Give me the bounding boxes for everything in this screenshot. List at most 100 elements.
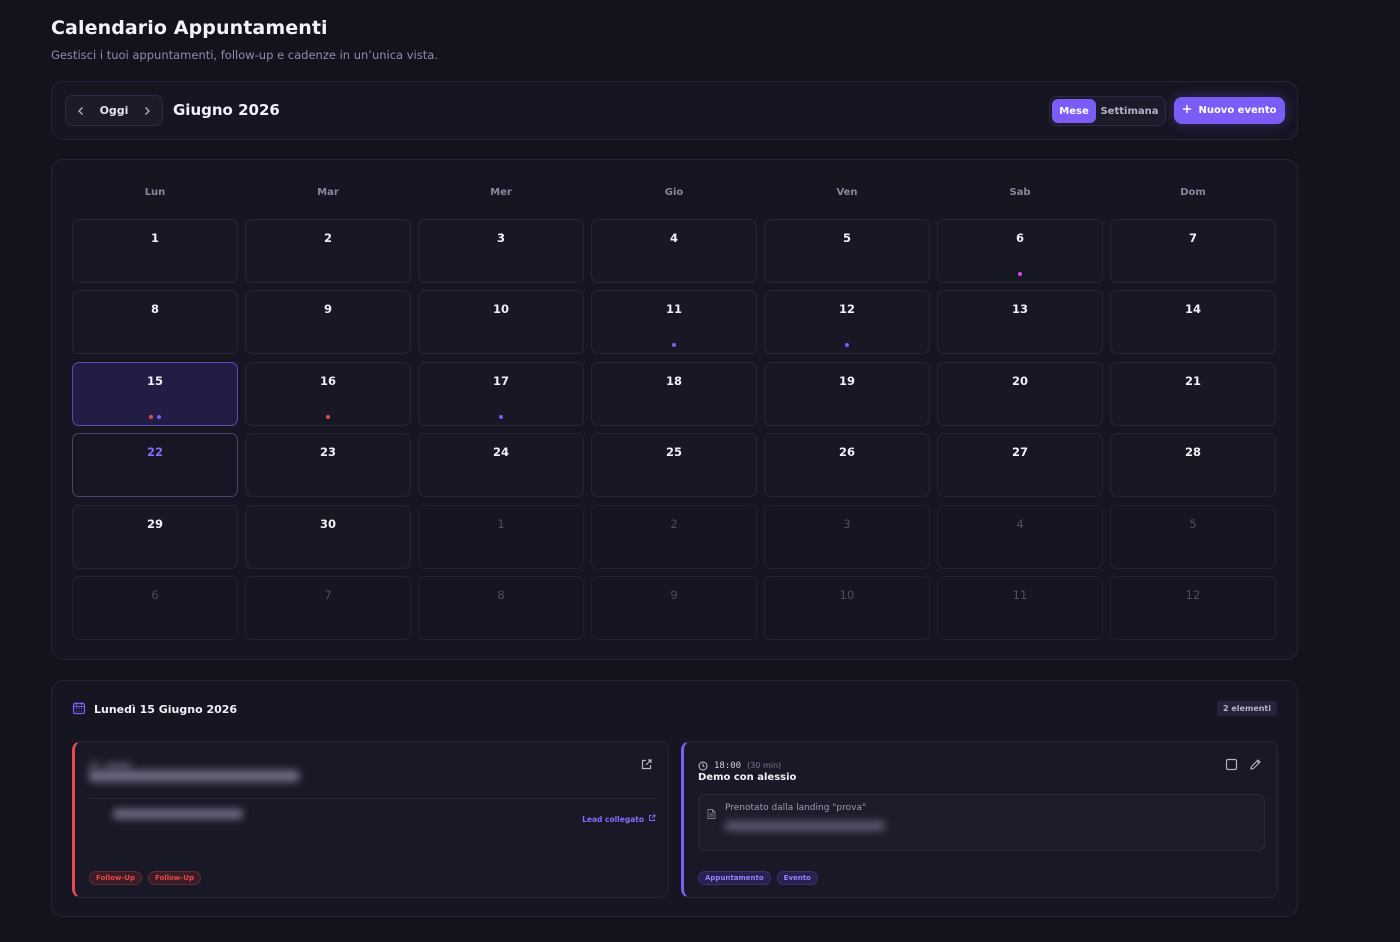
day-number: 29: [146, 516, 163, 531]
linked-lead-link[interactable]: Lead collegato: [582, 814, 656, 824]
tag-event: Evento: [776, 871, 818, 885]
day-agenda: Lunedì 15 Giugno 2026 2 elementi Lead co…: [51, 680, 1298, 917]
day-cell[interactable]: 1: [72, 219, 238, 283]
redacted-title: [89, 770, 299, 782]
day-cell[interactable]: 7: [245, 575, 411, 640]
day-cell[interactable]: 20: [937, 361, 1103, 426]
day-cell[interactable]: 9: [245, 290, 411, 355]
event-tags: Follow-Up Follow-Up: [89, 871, 201, 885]
agenda-date: Lunedì 15 Giugno 2026: [94, 703, 238, 716]
checkbox-icon[interactable]: [1225, 756, 1239, 771]
event-title: Demo con alessio: [698, 772, 797, 783]
event-indicators: [419, 414, 583, 419]
day-number: 5: [842, 231, 851, 245]
day-cell[interactable]: 4: [937, 504, 1103, 569]
event-dot: [326, 414, 330, 419]
event-start-time: 18:00: [714, 760, 742, 771]
day-cell[interactable]: 14: [1110, 290, 1276, 355]
day-number: 2: [323, 231, 332, 245]
weekday-label: Lun: [144, 187, 166, 198]
day-cell[interactable]: 28: [1110, 433, 1276, 498]
day-number: 22: [146, 445, 163, 460]
day-cell[interactable]: 24: [418, 433, 584, 498]
day-cell[interactable]: 2: [245, 219, 411, 283]
day-cell[interactable]: 1: [418, 504, 584, 569]
event-indicators: [592, 343, 756, 348]
day-cell[interactable]: 6: [937, 219, 1103, 283]
day-number: 20: [1011, 373, 1028, 388]
day-cell[interactable]: 6: [72, 575, 238, 640]
today-button[interactable]: Oggi: [100, 104, 129, 117]
day-cell[interactable]: 12: [764, 290, 930, 355]
event-card-followup[interactable]: Lead collegato Follow-Up Follow-Up: [72, 741, 669, 898]
chevron-left-icon[interactable]: [72, 102, 90, 120]
event-indicators: [938, 272, 1102, 276]
day-cell[interactable]: 16: [245, 361, 411, 426]
day-number: 7: [324, 587, 332, 602]
day-cell[interactable]: 25: [591, 433, 757, 498]
day-cell[interactable]: 27: [937, 433, 1103, 498]
event-indicators: [765, 343, 929, 348]
weekday-label: Mer: [490, 187, 512, 198]
redacted-time: [105, 762, 131, 769]
plus-icon: [1182, 104, 1192, 117]
day-number: 3: [496, 231, 505, 245]
event-indicators: [73, 414, 237, 419]
chevron-right-icon[interactable]: [138, 102, 156, 120]
day-cell[interactable]: 21: [1110, 361, 1276, 426]
day-cell[interactable]: 2: [591, 504, 757, 569]
day-cell[interactable]: 22: [72, 433, 238, 498]
day-number: 4: [669, 231, 678, 245]
external-link-icon[interactable]: [640, 756, 654, 770]
day-cell[interactable]: 7: [1110, 219, 1276, 283]
event-duration: (30 min): [747, 761, 782, 770]
day-number: 23: [319, 445, 336, 460]
weekday-label: Dom: [1180, 187, 1206, 198]
event-dot: [672, 343, 676, 348]
pencil-icon[interactable]: [1249, 756, 1263, 770]
day-cell[interactable]: 4: [591, 219, 757, 283]
view-toggle: Mese Settimana: [1049, 96, 1166, 126]
day-cell[interactable]: 29: [72, 504, 238, 569]
day-number: 28: [1184, 445, 1201, 460]
day-cell[interactable]: 9: [591, 575, 757, 640]
day-cell[interactable]: 10: [764, 575, 930, 640]
day-cell[interactable]: 18: [591, 361, 757, 426]
day-cell[interactable]: 19: [764, 361, 930, 426]
day-number: 9: [323, 302, 332, 317]
event-dot: [149, 414, 153, 419]
weekday-label: Mar: [317, 187, 339, 198]
day-cell[interactable]: 3: [764, 504, 930, 569]
day-number: 6: [1015, 231, 1024, 245]
calendar-icon: [72, 700, 86, 719]
view-week-button[interactable]: Settimana: [1096, 99, 1163, 123]
day-cell[interactable]: 11: [937, 575, 1103, 640]
day-cell[interactable]: 13: [937, 290, 1103, 355]
day-number: 10: [839, 587, 855, 602]
day-number: 21: [1184, 373, 1201, 388]
day-cell[interactable]: 3: [418, 219, 584, 283]
day-cell[interactable]: 8: [418, 575, 584, 640]
lead-info-row: [89, 798, 656, 838]
event-card-appointment[interactable]: 18:00 (30 min) Demo con alessio Prenotat…: [681, 741, 1278, 898]
event-indicators: [246, 414, 410, 419]
event-dot: [499, 414, 503, 419]
day-number: 7: [1188, 231, 1197, 245]
day-cell[interactable]: 5: [764, 219, 930, 283]
day-cell[interactable]: 15: [72, 361, 238, 426]
day-cell[interactable]: 23: [245, 433, 411, 498]
new-event-button[interactable]: Nuovo evento: [1174, 97, 1285, 124]
day-cell[interactable]: 8: [72, 290, 238, 355]
day-cell[interactable]: 26: [764, 433, 930, 498]
day-cell[interactable]: 5: [1110, 504, 1276, 569]
day-cell[interactable]: 10: [418, 290, 584, 355]
view-month-button[interactable]: Mese: [1052, 99, 1096, 123]
day-number: 17: [492, 373, 509, 388]
day-cell[interactable]: 17: [418, 361, 584, 426]
day-cell[interactable]: 11: [591, 290, 757, 355]
day-cell[interactable]: 30: [245, 504, 411, 569]
new-event-label: Nuovo evento: [1198, 105, 1277, 116]
day-number: 11: [665, 302, 682, 317]
day-cell[interactable]: 12: [1110, 575, 1276, 640]
day-number: 30: [319, 516, 336, 531]
